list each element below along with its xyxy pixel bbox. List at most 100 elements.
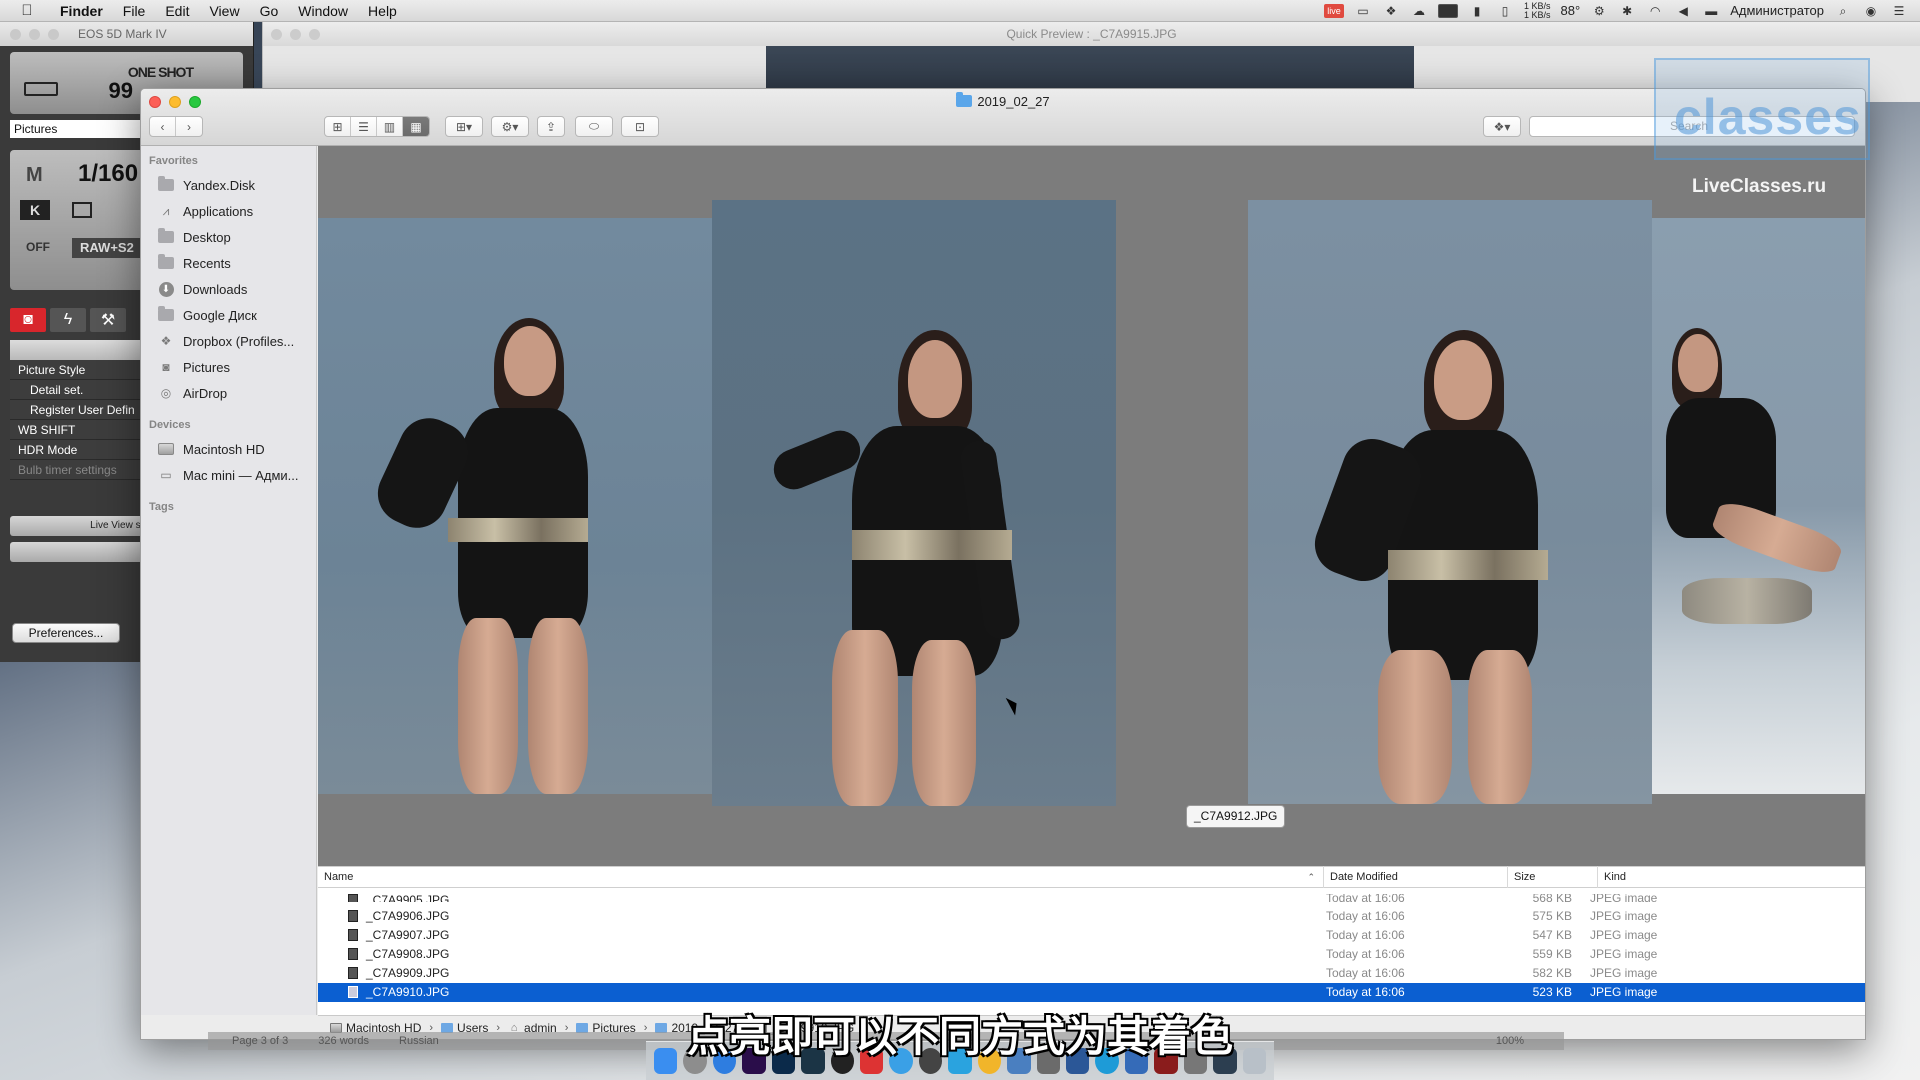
sidebar-item-macintosh-hd[interactable]: Macintosh HD xyxy=(141,436,316,462)
file-kind: JPEG image xyxy=(1590,985,1658,999)
sidebar-item-airdrop[interactable]: ◎ AirDrop xyxy=(141,380,316,406)
input-source-flag-icon[interactable]: ▬ xyxy=(1702,4,1720,18)
white-balance[interactable]: K xyxy=(20,200,50,220)
memory-icon[interactable]: ▮ xyxy=(1468,4,1486,18)
action-button[interactable]: ⚙▾ xyxy=(491,116,529,137)
list-row[interactable]: _C7A9905.JPG Today at 16:06 568 KB JPEG … xyxy=(318,888,1865,907)
siri-icon[interactable]: ◉ xyxy=(1862,4,1880,18)
menu-window[interactable]: Window xyxy=(288,0,358,22)
sidebar-item-recents[interactable]: Recents xyxy=(141,250,316,276)
quick-preview-titlebar: Quick Preview : _C7A9915.JPG xyxy=(263,22,1920,46)
spotlight-search-icon[interactable]: ⌕ xyxy=(1834,4,1852,18)
dropbox-toolbar-button[interactable]: ❖▾ xyxy=(1483,116,1521,137)
menu-help[interactable]: Help xyxy=(358,0,407,22)
menu-go[interactable]: Go xyxy=(250,0,289,22)
column-header-size[interactable]: Size xyxy=(1508,866,1598,888)
notification-center-icon[interactable]: ☰ xyxy=(1890,4,1908,18)
display-icon[interactable]: ▭ xyxy=(1354,4,1372,18)
sidebar-item-desktop[interactable]: Desktop xyxy=(141,224,316,250)
cover-flow-thumbnail[interactable] xyxy=(318,218,713,794)
list-row[interactable]: _C7A9906.JPG Today at 16:06 575 KB JPEG … xyxy=(318,907,1865,926)
column-header-name[interactable]: Name ⌃ xyxy=(318,866,1324,888)
volume-icon[interactable]: ◀ xyxy=(1674,4,1692,18)
dropbox-tray-icon[interactable]: ❖ xyxy=(1382,4,1400,18)
qp-close-button[interactable] xyxy=(271,29,282,40)
eos-zoom-button[interactable] xyxy=(48,29,59,40)
network-speed[interactable]: 1 KB/s 1 KB/s xyxy=(1524,1,1551,20)
battery-icon xyxy=(24,82,58,96)
menu-file[interactable]: File xyxy=(113,0,156,22)
sidebar-item-mac-mini[interactable]: ▭ Mac mini — Адми... xyxy=(141,462,316,488)
apple-menu-icon[interactable]:  xyxy=(16,0,38,22)
sidebar-item-google-drive[interactable]: Google Диск xyxy=(141,302,316,328)
fan-icon[interactable]: ⚙ xyxy=(1590,4,1608,18)
battery-meter-icon[interactable]: ▯ xyxy=(1496,4,1514,18)
live-status-icon[interactable]: live xyxy=(1324,3,1345,18)
photo-leg xyxy=(832,630,898,806)
cover-flow-view-icon[interactable]: ▦ xyxy=(403,117,429,136)
sidebar-item-label: Macintosh HD xyxy=(183,441,265,457)
qp-minimize-button[interactable] xyxy=(290,29,301,40)
monitor-icon[interactable] xyxy=(1438,3,1459,18)
photo-leg xyxy=(1378,650,1452,804)
eos-window-title: EOS 5D Mark IV xyxy=(78,27,167,41)
list-row[interactable]: _C7A9909.JPG Today at 16:06 582 KB JPEG … xyxy=(318,964,1865,983)
sidebar-item-downloads[interactable]: ⬇ Downloads xyxy=(141,276,316,302)
menu-finder[interactable]: Finder xyxy=(50,0,113,22)
shutter-speed[interactable]: 1/160 xyxy=(78,160,138,188)
icon-view-icon[interactable]: ⊞ xyxy=(325,117,351,136)
column-header-kind[interactable]: Kind xyxy=(1598,866,1712,888)
sidebar-section-devices: Devices xyxy=(149,419,191,431)
shooting-mode[interactable]: M xyxy=(26,164,43,187)
back-arrow-icon[interactable]: ‹ xyxy=(150,117,176,136)
cloud-icon[interactable]: ☁ xyxy=(1410,4,1428,18)
bluetooth-icon[interactable]: ✱ xyxy=(1618,4,1636,18)
file-size: 568 KB xyxy=(1532,893,1572,902)
menu-view[interactable]: View xyxy=(199,0,249,22)
sidebar-item-pictures[interactable]: ◙ Pictures xyxy=(141,354,316,380)
column-view-icon[interactable]: ▥ xyxy=(377,117,403,136)
flash-off-label[interactable]: OFF xyxy=(26,240,50,254)
list-row[interactable]: _C7A9907.JPG Today at 16:06 547 KB JPEG … xyxy=(318,926,1865,945)
list-row-selected[interactable]: _C7A9910.JPG Today at 16:06 523 KB JPEG … xyxy=(318,983,1865,1002)
list-row[interactable]: _C7A9908.JPG Today at 16:06 559 KB JPEG … xyxy=(318,945,1865,964)
new-folder-button[interactable]: ⊡ xyxy=(621,116,659,137)
cover-flow-thumbnail[interactable] xyxy=(1652,218,1865,794)
camera-tab-icon[interactable]: ◙ xyxy=(10,308,46,332)
menu-edit[interactable]: Edit xyxy=(155,0,199,22)
qp-zoom-button[interactable] xyxy=(309,29,320,40)
sidebar-item-dropbox[interactable]: ❖ Dropbox (Profiles... xyxy=(141,328,316,354)
share-button[interactable]: ⇪ xyxy=(537,116,565,137)
user-name[interactable]: Администратор xyxy=(1730,3,1824,18)
file-date: Today at 16:06 xyxy=(1326,985,1405,999)
cover-flow-view[interactable]: _C7A9912.JPG xyxy=(318,146,1865,866)
list-view-icon[interactable]: ☰ xyxy=(351,117,377,136)
cover-flow-thumbnail[interactable] xyxy=(1248,200,1652,804)
destination-folder-select[interactable]: Pictures xyxy=(10,120,140,138)
jpeg-file-icon xyxy=(348,893,358,902)
eos-close-button[interactable] xyxy=(10,29,21,40)
wifi-icon[interactable]: ◠ xyxy=(1646,4,1664,18)
sidebar-item-yandex-disk[interactable]: Yandex.Disk xyxy=(141,172,316,198)
drive-mode-label[interactable]: ONE SHOT xyxy=(128,64,194,80)
flash-tab-icon[interactable]: ϟ xyxy=(50,308,86,332)
tags-button[interactable]: ⬭ xyxy=(575,116,613,137)
sort-ascending-icon: ⌃ xyxy=(1307,872,1315,882)
file-kind: JPEG image xyxy=(1590,966,1658,980)
forward-arrow-icon[interactable]: › xyxy=(176,117,202,136)
tools-tab-icon[interactable]: ⚒ xyxy=(90,308,126,332)
quick-preview-title: Quick Preview : _C7A9915.JPG xyxy=(1006,27,1177,41)
cover-flow-filename-label: _C7A9912.JPG xyxy=(1186,805,1286,828)
arrange-button[interactable]: ⊞▾ xyxy=(445,116,483,137)
column-header-date[interactable]: Date Modified xyxy=(1324,866,1508,888)
finder-window: 2019_02_27 ‹ › ⊞ ☰ ▥ ▦ ⊞▾ ⚙▾ ⇪ ⬭ ⊡ ❖▾ Se… xyxy=(140,88,1866,1040)
preferences-button[interactable]: Preferences... xyxy=(12,623,120,643)
eos-minimize-button[interactable] xyxy=(29,29,40,40)
jpeg-file-icon xyxy=(348,948,358,960)
jpeg-file-icon xyxy=(348,910,358,922)
temperature-readout[interactable]: 88° xyxy=(1561,3,1581,18)
sidebar-item-applications[interactable]: ⩘ Applications xyxy=(141,198,316,224)
metering-icon[interactable] xyxy=(72,202,92,218)
cover-flow-selected-photo[interactable] xyxy=(712,200,1116,806)
shots-remaining: 99 xyxy=(108,78,133,103)
